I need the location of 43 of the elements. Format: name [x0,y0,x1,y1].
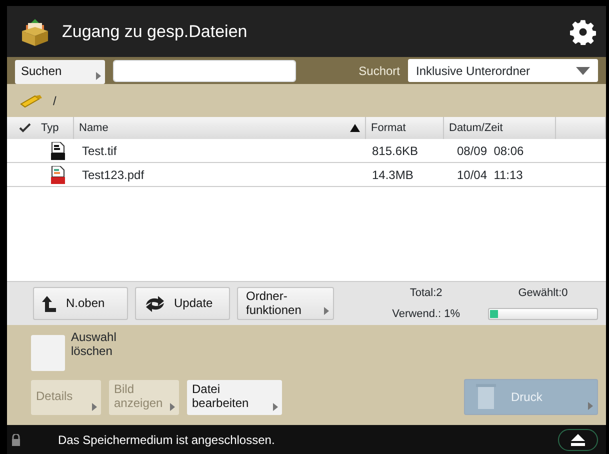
search-location-label: Suchort [358,62,400,80]
column-header[interactable]: Typ [41,120,59,136]
search-field[interactable] [113,60,296,82]
action-button: Bild anzeigen [109,380,179,414]
lock-icon [11,434,21,446]
file-type-icon [51,142,65,160]
eject-icon [571,434,585,446]
file-size: 815.6KB [372,144,418,158]
file-datetime: 08/09 08:06 [457,144,524,158]
file-size: 14.3MB [372,168,414,182]
file-name[interactable]: Test123.pdf [82,168,144,182]
checkmark-icon [19,123,31,133]
toolbar-button[interactable]: Ordner- funktionen [237,287,334,320]
file-name[interactable]: Test.tif [82,144,117,158]
file-type-icon [51,166,65,184]
column-header[interactable]: Format [366,117,444,139]
usb-stick-icon [19,94,43,108]
toolbar-button[interactable]: Update [135,287,230,320]
dropdown-value: Inklusive Unterordner [416,62,532,80]
print-button: Druck [464,379,598,415]
toolbar-button[interactable]: N.oben [33,287,128,320]
clear-selection-label: Auswahl löschen [71,331,116,359]
settings-icon[interactable] [570,18,596,44]
selected-count: Gewählt:0 [517,286,569,301]
action-button: Details [31,380,101,414]
clear-selection-checkbox[interactable] [31,335,65,371]
location-dropdown[interactable]: Inklusive Unterordner [408,59,598,82]
caret-icon [576,66,590,74]
column-header[interactable]: Name [79,120,108,136]
eject-button[interactable] [558,428,598,450]
up-arrow-icon [42,296,58,312]
total-count: Total:2 [408,286,444,301]
column-header[interactable]: Datum/Zeit [444,117,556,139]
action-button[interactable]: Datei bearbeiten [187,380,282,414]
file-box-icon [20,16,50,46]
search-button[interactable]: Suchen [15,60,105,84]
printer-icon [475,384,497,410]
status-message: Das Speichermedium ist angeschlossen. [58,432,276,448]
window-title: Zugang zu gesp.Dateien [62,20,248,43]
file-datetime: 10/04 11:13 [457,168,523,182]
folder-path: / [53,92,56,110]
refresh-icon [144,296,166,312]
used-space: Verwend.: 1% [392,306,460,322]
